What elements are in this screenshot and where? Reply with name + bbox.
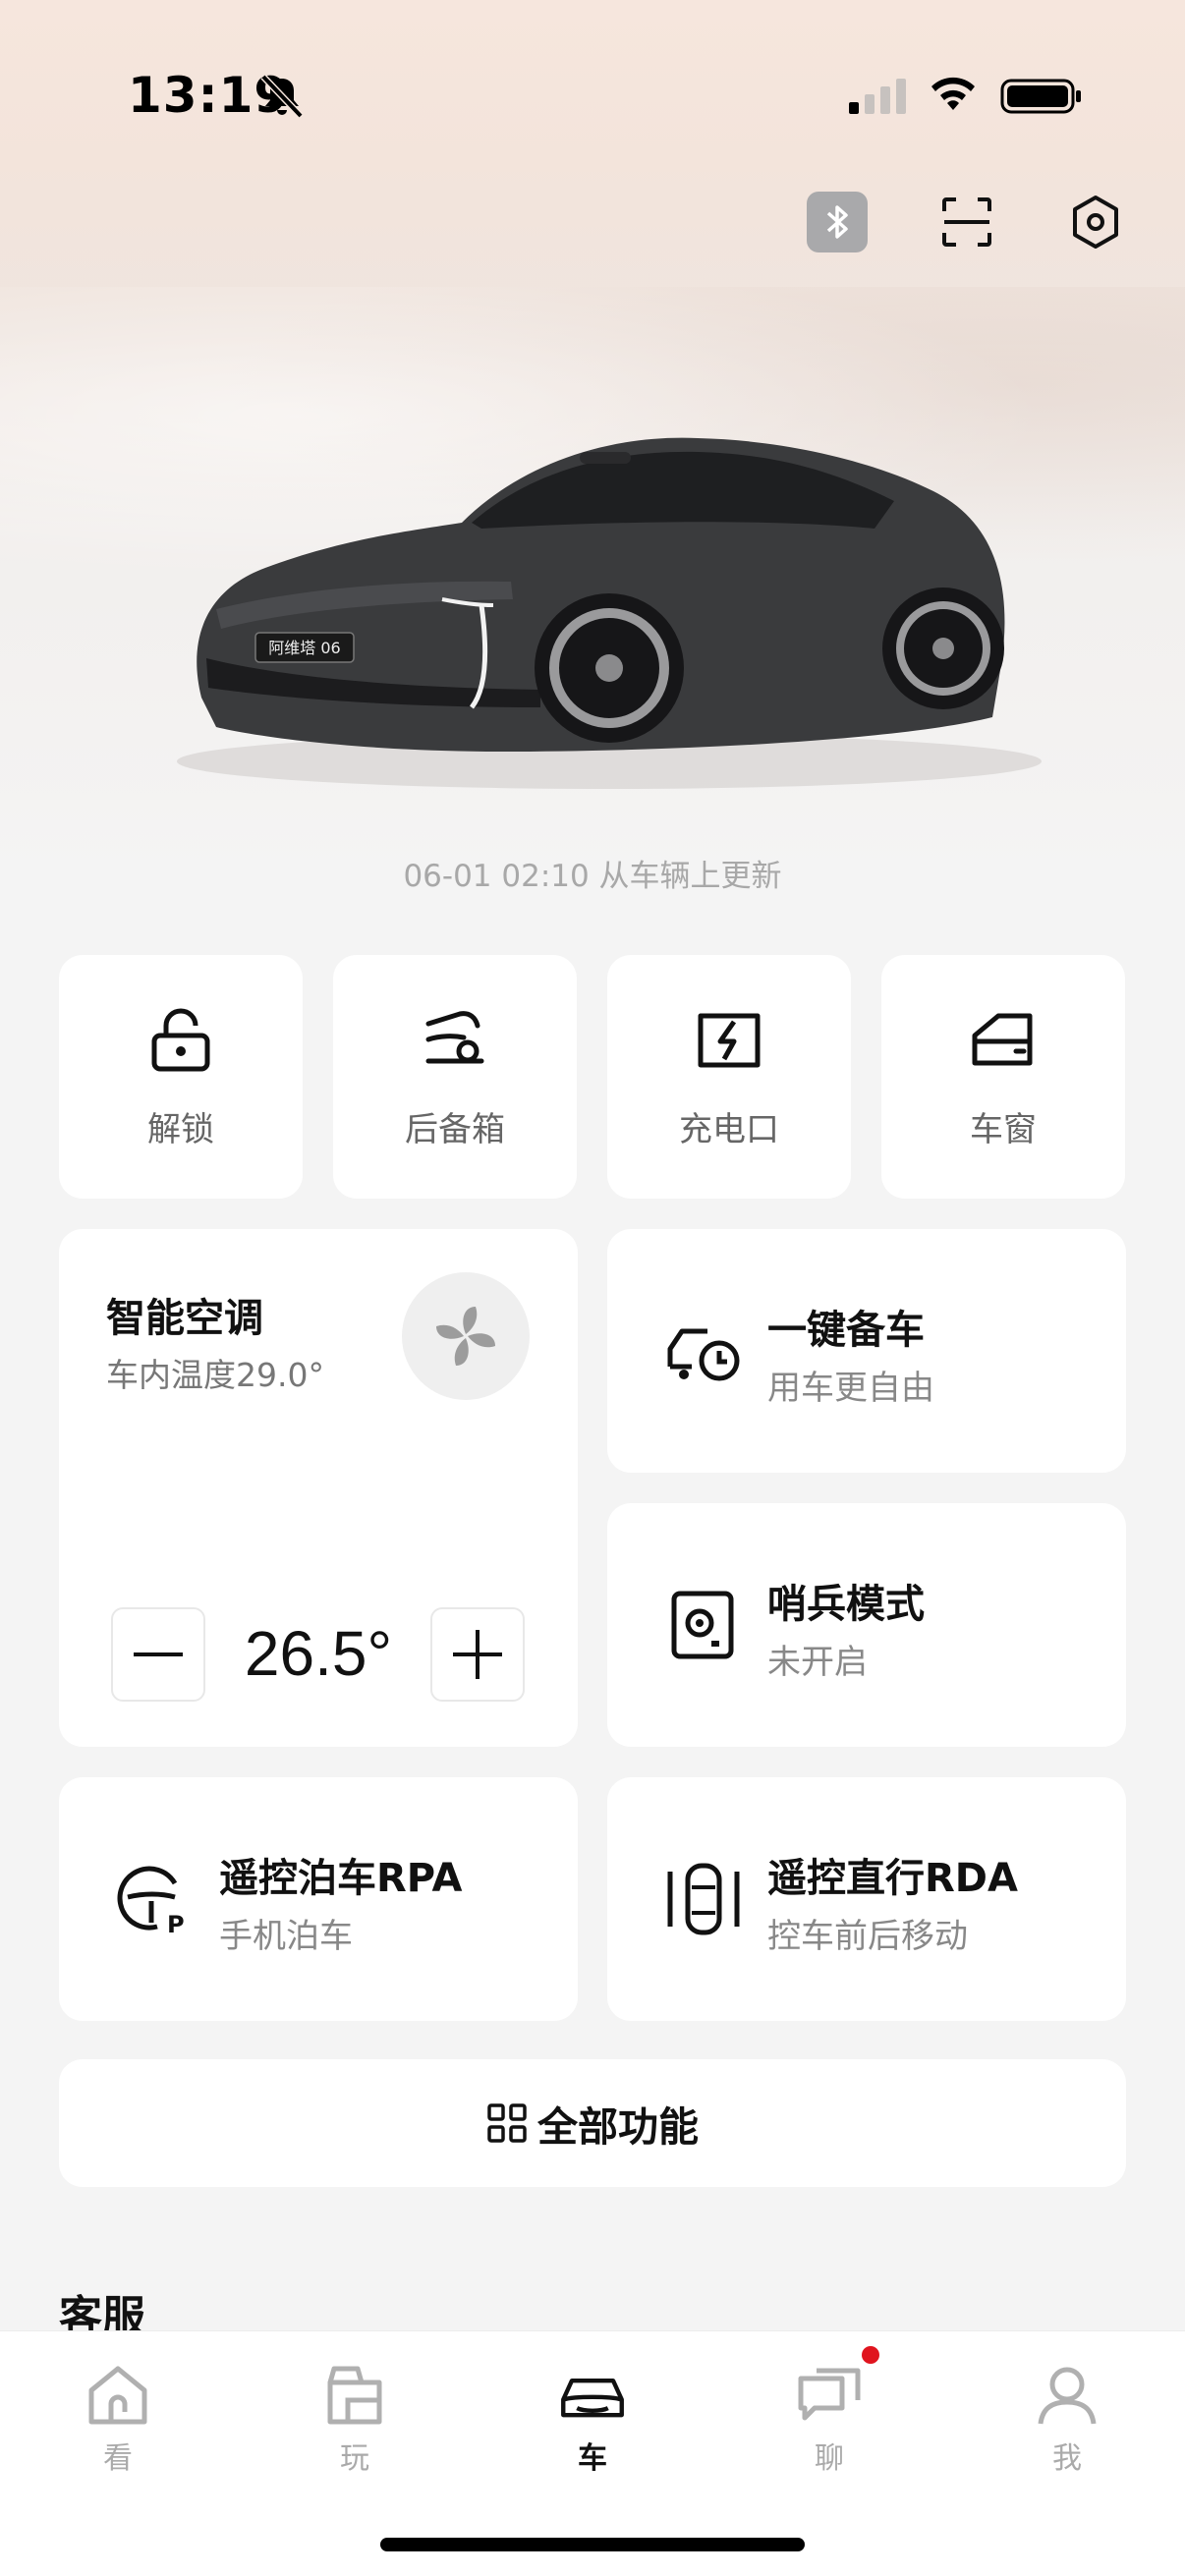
minus-icon — [134, 1652, 183, 1656]
tab-me-label: 我 — [1052, 2441, 1082, 2476]
temperature-increase-button[interactable] — [430, 1607, 525, 1702]
bluetooth-icon — [826, 205, 848, 239]
tab-chat-label: 聊 — [815, 2441, 844, 2476]
scan-icon — [942, 197, 991, 247]
tab-look-label: 看 — [103, 2441, 133, 2476]
wifi-icon — [931, 77, 975, 110]
plate-badge: 阿维塔 06 — [268, 639, 340, 657]
remote-drive-subtitle: 控车前后移动 — [767, 1917, 968, 1956]
sentry-mode-subtitle: 未开启 — [767, 1643, 868, 1682]
cabin-temperature: 车内温度29.0° — [106, 1356, 324, 1394]
sentry-mode-card[interactable]: 哨兵模式 未开启 — [607, 1503, 1126, 1747]
tab-me[interactable]: 我 — [1008, 2361, 1126, 2479]
vehicle-image: 阿维塔 06 — [177, 437, 1042, 789]
all-functions-button[interactable]: 全部功能 — [59, 2059, 1126, 2187]
home-icon — [88, 2366, 147, 2425]
scan-button[interactable] — [936, 192, 997, 252]
quick-prep-subtitle: 用车更自由 — [767, 1369, 934, 1408]
chat-icon — [798, 2368, 861, 2421]
window-label: 车窗 — [970, 1110, 1037, 1149]
tab-car[interactable]: 车 — [534, 2361, 651, 2479]
chat-badge-dot — [862, 2346, 879, 2364]
steering-parking-icon: P — [117, 1866, 185, 1938]
fan-icon — [436, 1307, 495, 1366]
tab-car-label: 车 — [578, 2441, 607, 2476]
charge-port-icon — [698, 1013, 761, 1068]
quick-prep-card[interactable]: 一键备车 用车更自由 — [607, 1229, 1126, 1473]
person-icon — [1038, 2367, 1097, 2425]
cellular-signal-icon — [849, 79, 906, 114]
trunk-button[interactable]: 后备箱 — [333, 955, 577, 1199]
sentry-mode-title: 哨兵模式 — [767, 1582, 925, 1627]
battery-icon — [1000, 79, 1081, 114]
window-icon — [972, 1013, 1033, 1066]
bluetooth-button[interactable] — [807, 192, 868, 252]
car-icon — [561, 2378, 624, 2418]
tab-play[interactable]: 玩 — [296, 2361, 414, 2479]
charge-port-label: 充电口 — [679, 1110, 779, 1149]
plus-icon — [453, 1630, 502, 1679]
trunk-label: 后备箱 — [405, 1110, 505, 1149]
remote-drive-card[interactable]: 遥控直行RDA 控车前后移动 — [607, 1777, 1126, 2021]
quick-prep-title: 一键备车 — [767, 1308, 925, 1353]
set-temperature: 26.5° — [244, 1618, 393, 1689]
climate-card[interactable]: 智能空调 车内温度29.0° 26.5° — [59, 1229, 578, 1747]
sentry-icon — [671, 1591, 734, 1659]
all-functions-label: 全部功能 — [537, 2103, 699, 2151]
remote-parking-title: 遥控泊车RPA — [219, 1856, 463, 1901]
bag-icon — [327, 2366, 382, 2425]
remote-drive-icon — [667, 1863, 740, 1935]
window-button[interactable]: 车窗 — [881, 955, 1125, 1199]
remote-parking-subtitle: 手机泊车 — [219, 1917, 353, 1956]
unlock-icon — [151, 1008, 210, 1072]
home-indicator — [380, 2538, 805, 2551]
settings-button[interactable] — [1065, 192, 1126, 252]
grid-icon — [487, 2103, 527, 2143]
tab-chat[interactable]: 聊 — [770, 2361, 888, 2479]
remote-parking-card[interactable]: P 遥控泊车RPA 手机泊车 — [59, 1777, 578, 2021]
bell-off-icon — [260, 74, 304, 119]
tab-play-label: 玩 — [340, 2441, 369, 2476]
trunk-icon — [425, 1011, 484, 1064]
remote-drive-title: 遥控直行RDA — [767, 1856, 1018, 1901]
settings-icon — [1073, 196, 1118, 249]
unlock-label: 解锁 — [147, 1110, 214, 1149]
climate-title: 智能空调 — [106, 1296, 263, 1341]
unlock-button[interactable]: 解锁 — [59, 955, 303, 1199]
car-clock-icon — [667, 1328, 740, 1381]
update-status-text: 06-01 02:10 从车辆上更新 — [403, 859, 782, 894]
charge-port-button[interactable]: 充电口 — [607, 955, 851, 1199]
temperature-decrease-button[interactable] — [111, 1607, 205, 1702]
fan-button[interactable] — [402, 1272, 530, 1400]
tab-look[interactable]: 看 — [59, 2361, 177, 2479]
svg-text:P: P — [167, 1911, 185, 1938]
